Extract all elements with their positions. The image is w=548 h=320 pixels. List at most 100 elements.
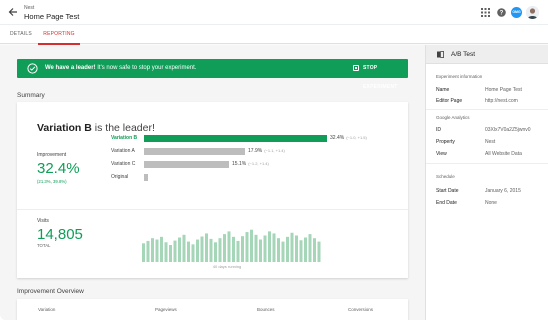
ab-test-icon <box>437 51 444 58</box>
field-value[interactable]: http://nest.com <box>485 98 518 104</box>
variation-row[interactable]: Variation C 15.1% (−1.2, +1.4) <box>17 159 408 169</box>
visits-bar <box>272 233 276 262</box>
visits-bar <box>155 239 159 262</box>
variation-value: 17.9% (−1.1, +1.4) <box>248 148 285 154</box>
banner-message: We have a leader! It's now safe to stop … <box>45 65 197 71</box>
visits-bar <box>151 238 154 262</box>
analytics-heading: Google Analytics <box>436 115 470 120</box>
back-arrow-icon[interactable] <box>8 7 18 17</box>
divider <box>426 163 548 164</box>
tab-details[interactable]: DETAILS <box>10 25 32 44</box>
visits-bar <box>218 238 222 262</box>
stop-icon <box>353 65 359 71</box>
variation-value: 32.4% (−1.0, +1.5) <box>330 135 367 141</box>
visits-bar <box>268 231 271 262</box>
visits-bar <box>214 242 217 262</box>
visits-bar <box>245 232 249 262</box>
visits-bar <box>281 241 285 262</box>
visits-bar <box>232 236 235 262</box>
visits-bar <box>196 239 199 262</box>
breadcrumb[interactable]: Nest <box>24 5 34 11</box>
visits-bar <box>263 235 267 262</box>
variation-bar <box>144 148 245 155</box>
visits-bar <box>173 240 177 262</box>
field-value: 03Xlx7V0a2Z5jwnv0 <box>485 127 531 133</box>
visits-total-label: TOTAL <box>37 243 51 248</box>
field-value: Home Page Test <box>485 87 522 93</box>
variation-row[interactable]: Original <box>17 172 408 182</box>
user-avatar-icon <box>526 6 539 19</box>
help-icon[interactable]: ? <box>497 8 506 17</box>
visits-bar <box>164 242 168 262</box>
visits-bar <box>250 229 253 262</box>
visits-bar <box>295 235 298 262</box>
column-header[interactable]: Bounces <box>257 307 275 312</box>
column-header[interactable]: Variation <box>38 307 55 312</box>
visits-value: 14,805 <box>37 226 83 243</box>
divider <box>426 109 548 110</box>
summary-card: Variation B is the leader! Improvement 3… <box>17 102 408 278</box>
visits-bar <box>299 240 303 262</box>
check-circle-icon <box>27 63 38 74</box>
column-header[interactable]: Pageviews <box>155 307 177 312</box>
variation-ci: (−1.1, +1.4) <box>264 148 285 153</box>
panel-header: A/B Test <box>426 45 548 64</box>
variation-row[interactable]: Variation B 32.4% (−1.0, +1.5) <box>17 133 408 143</box>
experiment-info-heading: Experiment information <box>436 74 483 79</box>
variation-ci: (−1.2, +1.4) <box>248 161 269 166</box>
visits-bar <box>254 234 258 262</box>
field-label: Name <box>436 87 450 93</box>
variation-bar <box>144 174 148 181</box>
variation-bar <box>144 161 229 168</box>
visits-bar <box>241 236 244 262</box>
stop-experiment-button[interactable]: STOP EXPERIMENT <box>353 59 408 90</box>
visits-bar <box>236 240 240 262</box>
tab-reporting[interactable]: REPORTING <box>38 25 80 45</box>
visits-bar <box>187 241 190 262</box>
visits-bar <box>313 238 316 262</box>
visits-bar <box>277 238 280 262</box>
visits-bar <box>209 238 213 262</box>
variation-name: Original <box>111 174 129 180</box>
main-content: We have a leader! It's now safe to stop … <box>0 45 425 320</box>
visits-bar <box>205 233 208 262</box>
visits-bar <box>227 231 231 262</box>
visits-bar <box>169 245 172 262</box>
visits-bar <box>317 241 321 262</box>
visits-bar <box>178 237 181 262</box>
visits-bar <box>223 234 226 262</box>
app-window: Nest Home Page Test ? OMG DETAILS REPORT… <box>0 0 548 320</box>
field-value: January 6, 2015 <box>485 188 521 194</box>
schedule-heading: Schedule <box>436 174 455 179</box>
tab-bar: DETAILS REPORTING <box>0 25 548 45</box>
details-panel: A/B Test Experiment information Name Hom… <box>425 45 548 320</box>
visits-bar <box>286 236 289 262</box>
visits-bar <box>259 239 262 262</box>
visits-bar <box>308 234 312 262</box>
column-header[interactable]: Conversions <box>348 307 373 312</box>
apps-grid-icon[interactable] <box>481 8 490 17</box>
variation-bar <box>144 135 327 142</box>
improvement-overview-table: Variation Pageviews Bounces Conversions <box>17 299 408 320</box>
field-value: All Website Data <box>485 151 522 157</box>
field-label: ID <box>436 127 441 133</box>
visits-sparkline <box>142 229 321 262</box>
visits-bar <box>200 236 204 262</box>
divider <box>17 209 408 210</box>
visits-bar <box>146 240 150 262</box>
leader-banner: We have a leader! It's now safe to stop … <box>17 59 408 90</box>
visits-caption: 40 days running <box>212 264 242 269</box>
svg-text:?: ? <box>500 11 504 17</box>
field-label: Editor Page <box>436 98 463 104</box>
visits-bar <box>182 234 186 262</box>
field-label: View <box>436 151 447 157</box>
org-badge[interactable]: OMG <box>511 7 522 18</box>
avatar[interactable] <box>526 6 539 19</box>
variation-row[interactable]: Variation A 17.9% (−1.1, +1.4) <box>17 146 408 156</box>
panel-title: A/B Test <box>451 51 476 58</box>
field-label: Start Date <box>436 188 459 194</box>
summary-heading: Summary <box>17 92 45 99</box>
visits-bar <box>160 236 163 262</box>
variation-ci: (−1.0, +1.5) <box>346 135 367 140</box>
visits-bar <box>290 232 294 262</box>
